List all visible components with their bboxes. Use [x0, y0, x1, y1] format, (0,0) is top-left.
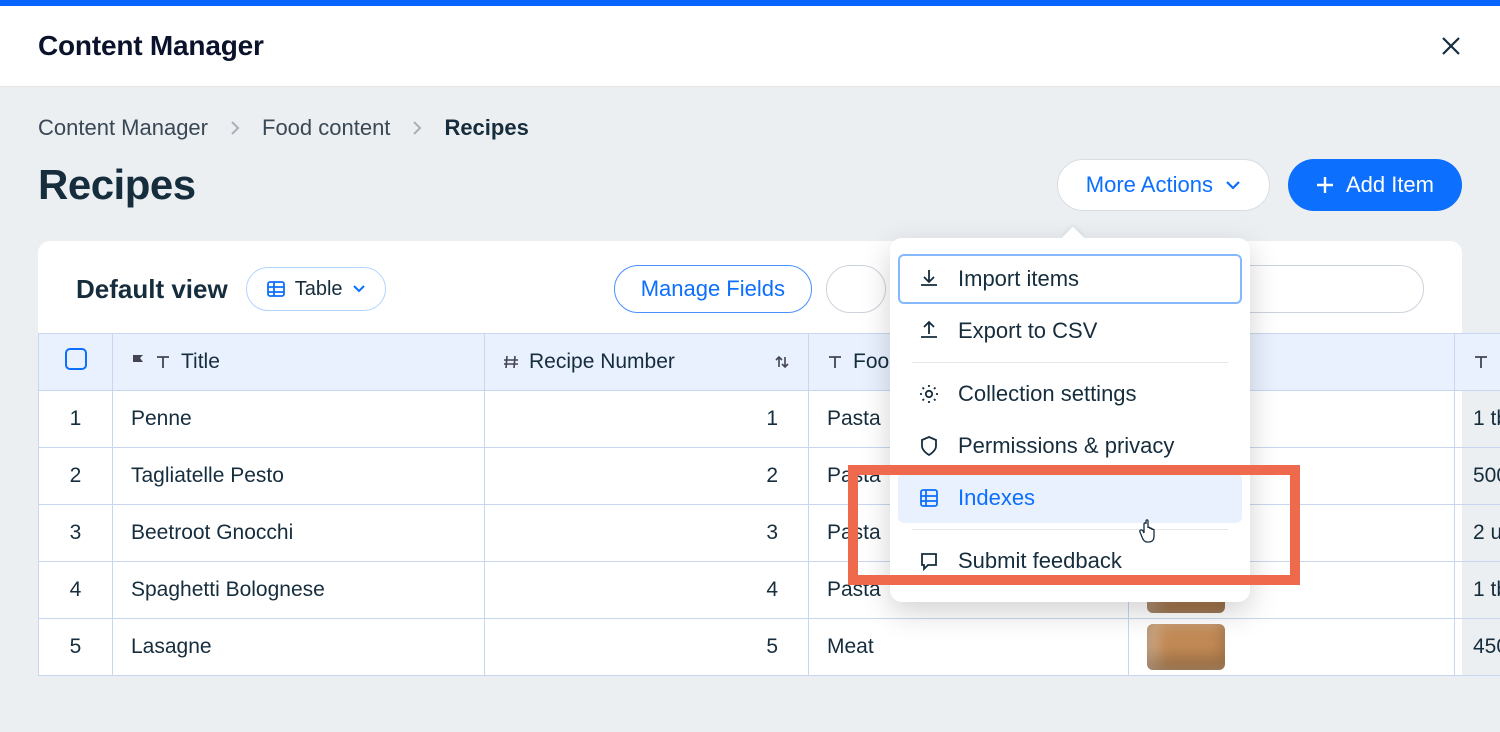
flag-icon: [131, 354, 145, 370]
cell-image[interactable]: [1129, 619, 1455, 676]
menu-item-indexes[interactable]: Indexes: [898, 473, 1242, 523]
text-type-icon: [1473, 354, 1489, 370]
cell-title[interactable]: Penne: [113, 391, 485, 448]
menu-item-feedback[interactable]: Submit feedback: [898, 536, 1242, 586]
cell-recipe-number[interactable]: 1: [485, 391, 809, 448]
more-actions-menu: Import items Export to CSV Collection se…: [890, 238, 1250, 602]
upload-icon: [918, 320, 940, 342]
table-row[interactable]: 1Penne1Pasta1 tbsp: [39, 391, 1500, 448]
add-item-button[interactable]: Add Item: [1288, 159, 1462, 211]
menu-item-import[interactable]: Import items: [898, 254, 1242, 304]
shield-icon: [918, 435, 940, 457]
download-icon: [918, 268, 940, 290]
cell-ingredients[interactable]: 2 unco: [1455, 505, 1500, 562]
chevron-right-icon: [230, 121, 240, 135]
hash-icon: [503, 354, 519, 370]
add-item-label: Add Item: [1346, 172, 1434, 198]
select-all-header[interactable]: [39, 334, 113, 391]
table-row[interactable]: 5Lasagne5Meat450g le: [39, 619, 1500, 676]
view-selector[interactable]: Table: [246, 267, 386, 311]
row-number: 4: [39, 562, 113, 619]
cell-ingredients[interactable]: 1 tbsp: [1455, 562, 1500, 619]
cell-recipe-number[interactable]: 5: [485, 619, 809, 676]
row-number: 5: [39, 619, 113, 676]
cell-recipe-number[interactable]: 2: [485, 448, 809, 505]
menu-item-permissions[interactable]: Permissions & privacy: [898, 421, 1242, 471]
more-actions-label: More Actions: [1086, 172, 1213, 198]
menu-item-export[interactable]: Export to CSV: [898, 306, 1242, 356]
page-title: Recipes: [38, 161, 196, 209]
cell-recipe-number[interactable]: 3: [485, 505, 809, 562]
app-title: Content Manager: [38, 30, 264, 62]
data-table: Title Recipe Number Food T: [38, 333, 1500, 676]
view-type-label: Table: [295, 278, 343, 301]
thumbnail-image: [1147, 624, 1225, 670]
breadcrumb-item[interactable]: Content Manager: [38, 115, 208, 141]
menu-separator: [912, 529, 1228, 530]
menu-separator: [912, 362, 1228, 363]
chat-icon: [918, 550, 940, 572]
plus-icon: [1316, 176, 1334, 194]
more-actions-button[interactable]: More Actions: [1057, 159, 1270, 211]
canvas: Content Manager Food content Recipes Rec…: [0, 87, 1500, 732]
chevron-down-icon: [1225, 180, 1241, 190]
page-header: Content Manager: [0, 6, 1500, 87]
toolbar-pill[interactable]: [826, 265, 886, 313]
chevron-right-icon: [412, 121, 422, 135]
table-row[interactable]: 2Tagliatelle Pesto2Pasta500g p: [39, 448, 1500, 505]
column-header-recipe-number[interactable]: Recipe Number: [485, 334, 809, 391]
text-type-icon: [827, 354, 843, 370]
column-header-title[interactable]: Title: [113, 334, 485, 391]
checkbox-icon[interactable]: [65, 348, 87, 370]
sort-icon[interactable]: [774, 354, 790, 370]
chevron-down-icon: [353, 285, 365, 293]
cell-title[interactable]: Spaghetti Bolognese: [113, 562, 485, 619]
manage-fields-button[interactable]: Manage Fields: [614, 265, 812, 313]
breadcrumb-item-current: Recipes: [444, 115, 528, 141]
cell-ingredients[interactable]: 1 tbsp: [1455, 391, 1500, 448]
title-row: Recipes More Actions Add Item: [38, 159, 1462, 211]
table-icon: [267, 281, 285, 297]
gear-icon: [918, 383, 940, 405]
cell-ingredients[interactable]: 500g p: [1455, 448, 1500, 505]
row-number: 3: [39, 505, 113, 562]
indexes-icon: [918, 487, 940, 509]
menu-item-collection-settings[interactable]: Collection settings: [898, 369, 1242, 419]
cell-title[interactable]: Beetroot Gnocchi: [113, 505, 485, 562]
row-number: 2: [39, 448, 113, 505]
close-icon[interactable]: [1440, 35, 1462, 57]
table-row[interactable]: 3Beetroot Gnocchi3Pasta2 unco: [39, 505, 1500, 562]
row-number: 1: [39, 391, 113, 448]
column-header-ingredients[interactable]: Ing: [1455, 334, 1500, 391]
breadcrumb: Content Manager Food content Recipes: [38, 115, 1462, 141]
cell-recipe-number[interactable]: 4: [485, 562, 809, 619]
cell-title[interactable]: Lasagne: [113, 619, 485, 676]
cell-title[interactable]: Tagliatelle Pesto: [113, 448, 485, 505]
cell-food-type[interactable]: Meat: [809, 619, 1129, 676]
text-type-icon: [155, 354, 171, 370]
table-row[interactable]: 4Spaghetti Bolognese4Pasta1 tbsp: [39, 562, 1500, 619]
cell-ingredients[interactable]: 450g le: [1455, 619, 1500, 676]
view-label: Default view: [76, 274, 228, 305]
breadcrumb-item[interactable]: Food content: [262, 115, 390, 141]
